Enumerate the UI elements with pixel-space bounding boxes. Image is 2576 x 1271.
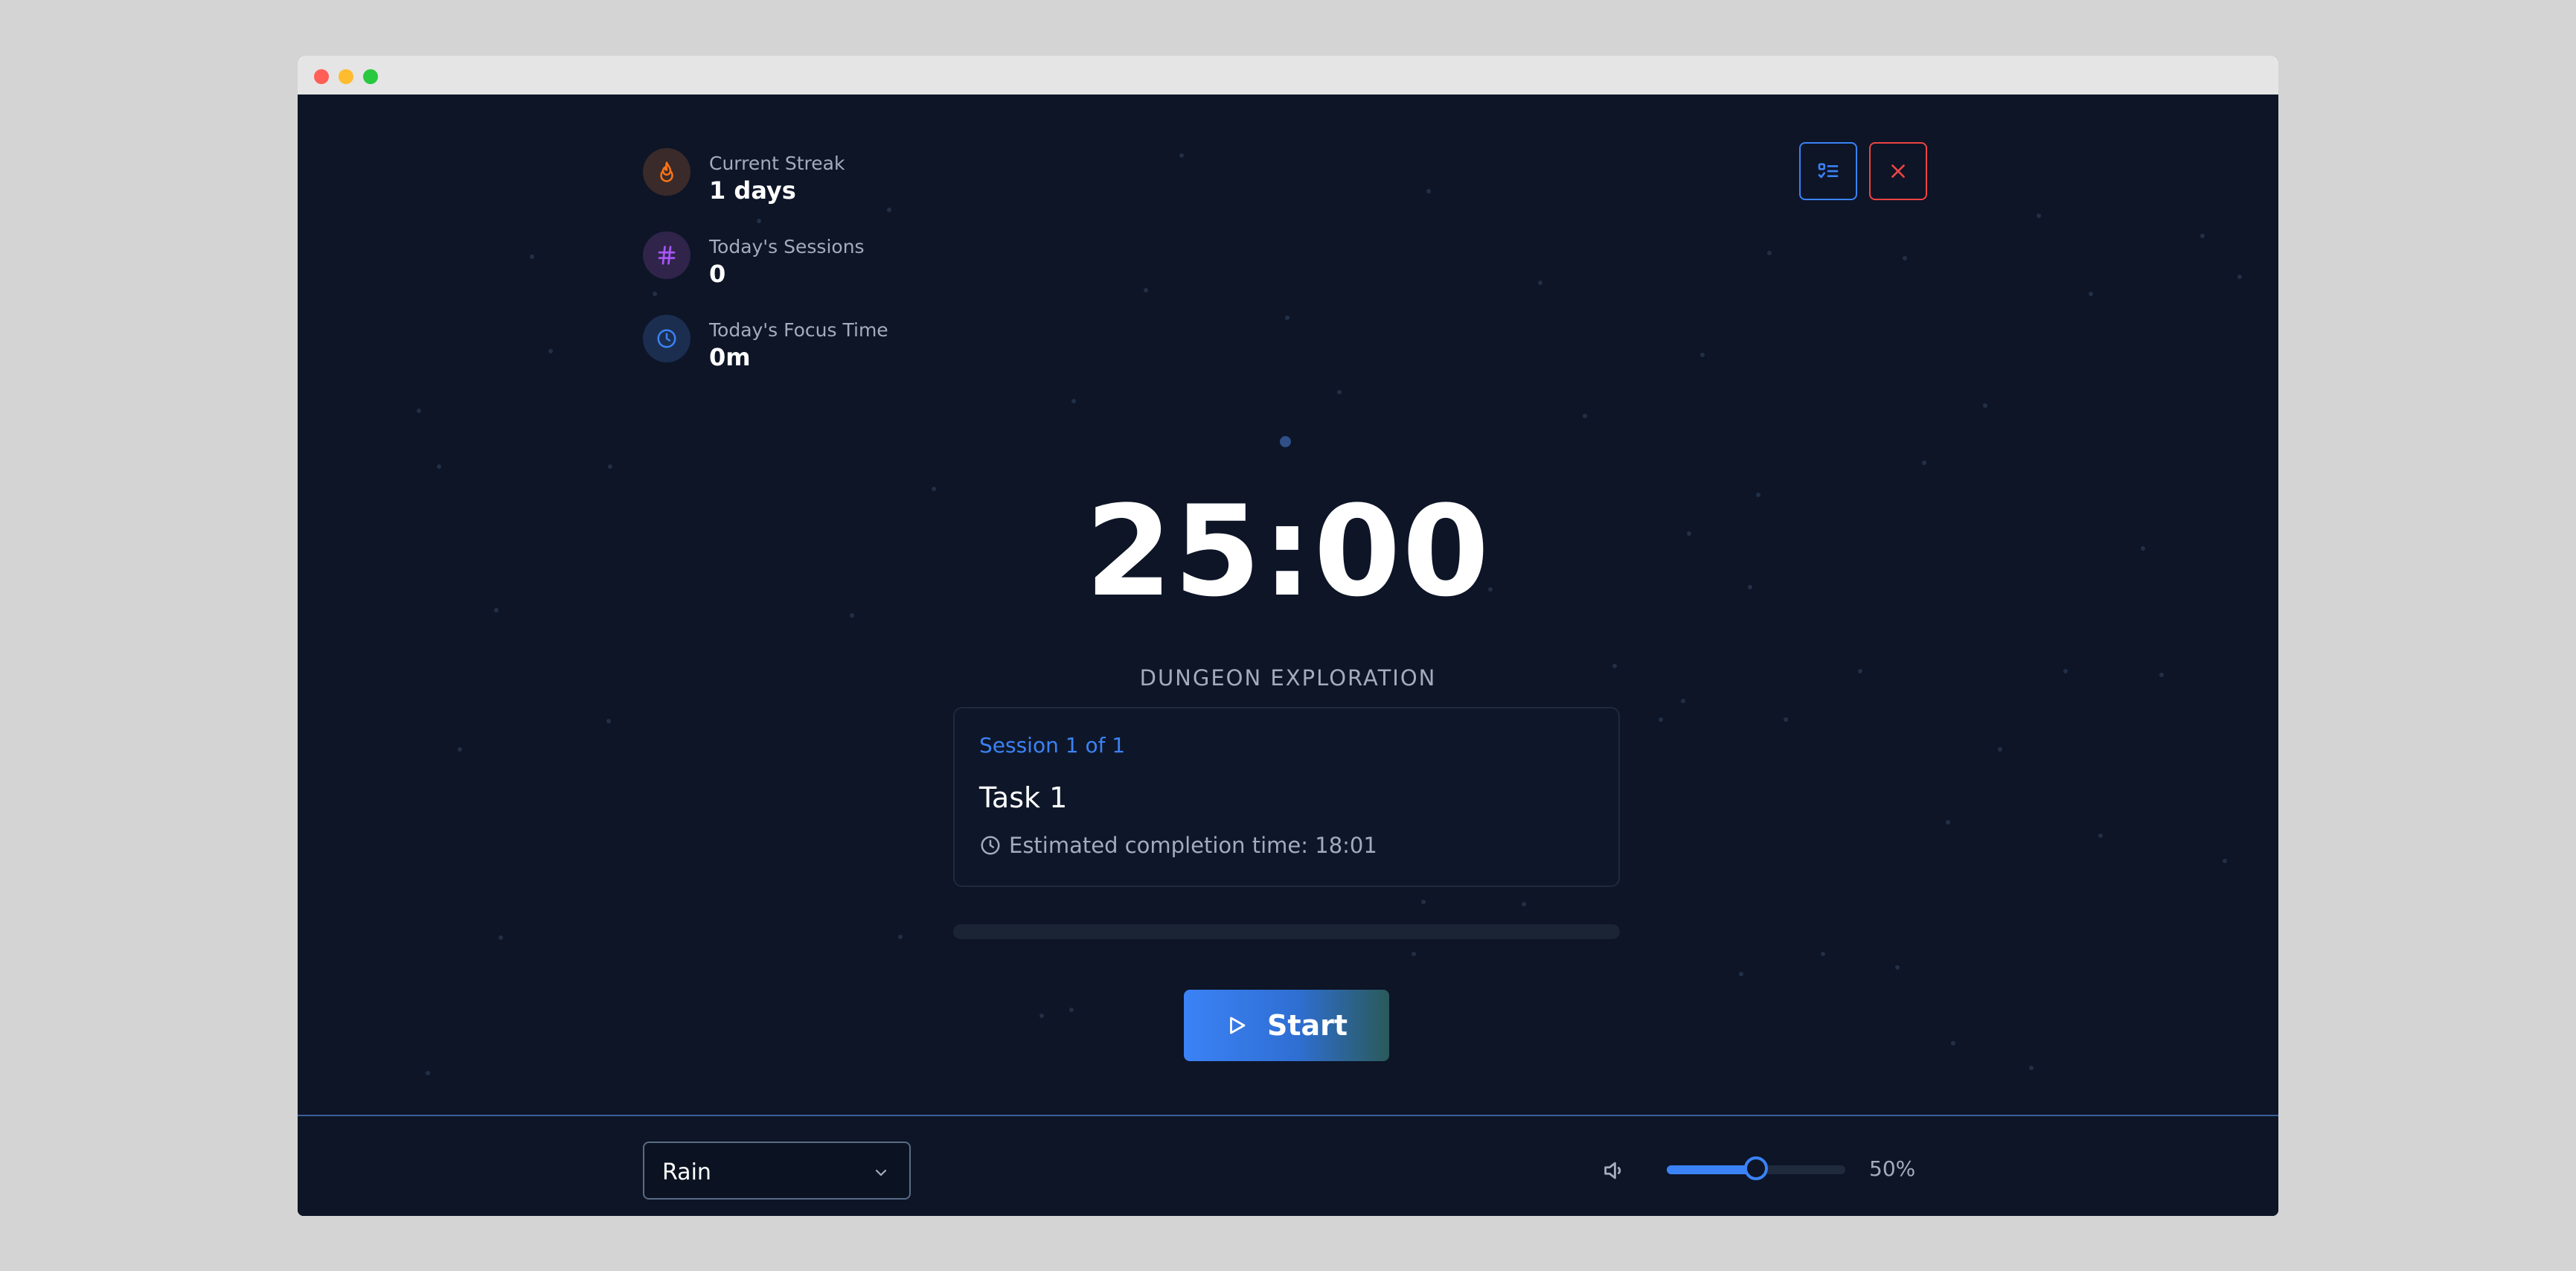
estimated-completion: Estimated completion time: 18:01 <box>979 832 1377 859</box>
bottom-bar: Rain 50% <box>298 1115 2278 1216</box>
timer-mode-label: DUNGEON EXPLORATION <box>1139 665 1437 691</box>
volume-slider[interactable] <box>1667 1156 1845 1183</box>
flame-icon <box>643 148 691 196</box>
task-list-icon <box>1818 163 1839 179</box>
session-card: Session 1 of 1 Task 1 Estimated completi… <box>953 707 1620 887</box>
start-button[interactable]: Start <box>1184 990 1389 1061</box>
hash-icon <box>643 231 691 279</box>
app-window: Current Streak 1 days Today's Sessions 0… <box>298 56 2278 1216</box>
session-dot-indicator <box>1280 436 1291 447</box>
stat-value: 0m <box>709 343 751 371</box>
estimated-completion-text: Estimated completion time: 18:01 <box>1009 833 1377 858</box>
close-icon <box>1891 164 1905 178</box>
window-minimize-dot[interactable] <box>339 69 353 84</box>
focus-app: Current Streak 1 days Today's Sessions 0… <box>298 95 2278 1216</box>
chevron-down-icon <box>875 1169 887 1176</box>
clock-icon <box>643 315 691 362</box>
ambient-sound-value: Rain <box>662 1159 711 1185</box>
window-close-dot[interactable] <box>314 69 329 84</box>
stat-value: 1 days <box>709 176 796 205</box>
window-maximize-dot[interactable] <box>363 69 378 84</box>
volume-icon[interactable] <box>1601 1158 1627 1183</box>
stat-value: 0 <box>709 260 726 288</box>
title-bar <box>298 56 2278 95</box>
stat-label: Today's Focus Time <box>709 319 888 341</box>
ambient-sound-select[interactable]: Rain <box>643 1142 911 1200</box>
volume-percent: 50% <box>1869 1156 1916 1181</box>
session-count: Session 1 of 1 <box>979 733 1126 758</box>
volume-slider-fill <box>1667 1165 1756 1174</box>
close-session-button[interactable] <box>1869 142 1927 200</box>
stat-label: Today's Sessions <box>709 236 865 257</box>
play-icon <box>1230 1017 1246 1034</box>
volume-slider-thumb[interactable] <box>1744 1156 1768 1180</box>
timer-display: 25:00 <box>1085 478 1491 624</box>
start-button-label: Start <box>1266 1009 1348 1042</box>
session-progress-bar <box>953 924 1620 939</box>
stat-label: Current Streak <box>709 153 845 174</box>
clock-icon <box>981 836 1000 855</box>
task-list-button[interactable] <box>1799 142 1857 200</box>
task-title: Task 1 <box>979 781 1068 814</box>
